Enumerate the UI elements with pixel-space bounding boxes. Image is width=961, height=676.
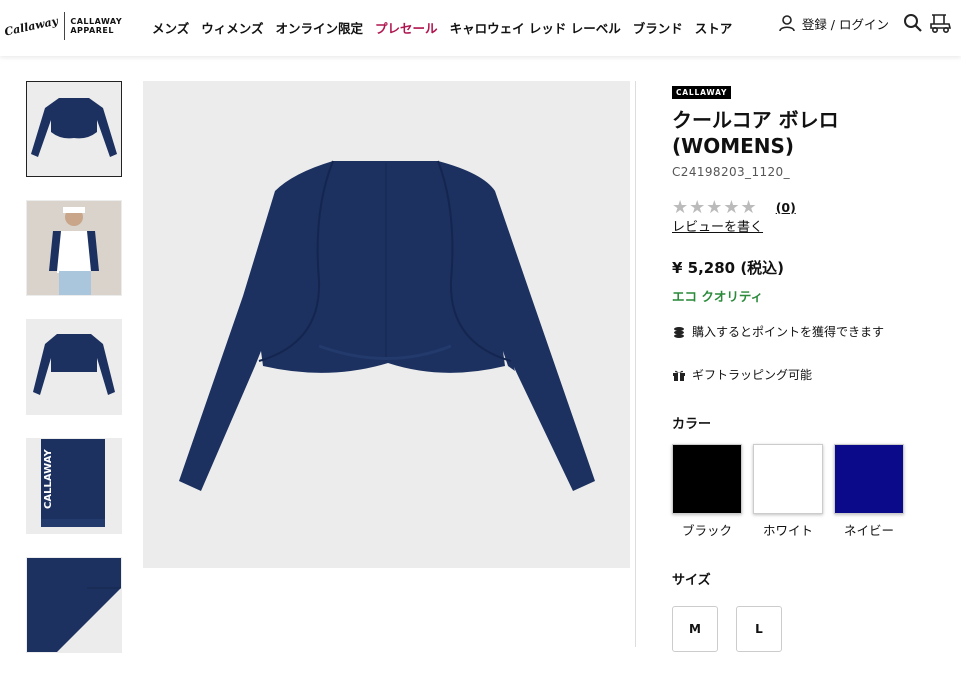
- nav-womens[interactable]: ウィメンズ: [201, 18, 263, 37]
- product-title-line2: (WOMENS): [672, 134, 795, 158]
- nav-online-limited[interactable]: オンライン限定: [276, 18, 364, 37]
- logo-script: Callaway: [3, 13, 60, 39]
- main-product-image[interactable]: [143, 81, 630, 568]
- nav-red-label[interactable]: キャロウェイ レッド レーベル: [450, 18, 621, 37]
- sleeve-detail-thumb-image: [27, 558, 121, 652]
- cart-button[interactable]: [929, 12, 953, 34]
- login-label: 登録 / ログイン: [801, 16, 889, 32]
- login-link[interactable]: 登録 / ログイン: [778, 14, 889, 33]
- brand-badge: CALLAWAY: [672, 86, 732, 99]
- size-button-l[interactable]: L: [736, 606, 782, 652]
- size-options: M L: [672, 606, 952, 652]
- thumbnail-2[interactable]: [26, 200, 122, 296]
- sleeve-logo-thumb-image: CALLAWAY: [27, 439, 121, 533]
- write-review-link[interactable]: レビューを書く: [672, 216, 952, 235]
- gift-feature: ギフトラッピング可能: [672, 366, 952, 383]
- coins-icon: [672, 325, 686, 339]
- color-name: ブラック: [681, 523, 732, 538]
- color-swatch-black[interactable]: [672, 444, 742, 514]
- product-title-line1: クールコア ボレロ: [672, 108, 839, 132]
- product-sku: C24198203_1120_: [672, 165, 790, 179]
- golf-cart-icon: [930, 14, 952, 34]
- review-count-link[interactable]: (0): [776, 200, 796, 215]
- color-swatch-white[interactable]: [753, 444, 823, 514]
- main-nav: メンズ ウィメンズ オンライン限定 プレセール キャロウェイ レッド レーベル …: [152, 18, 744, 37]
- color-option-black[interactable]: ブラック: [672, 444, 742, 539]
- thumbnail-5[interactable]: [26, 557, 122, 653]
- rating-row: ★★★★★ (0): [672, 197, 952, 218]
- sleeve-logo-text: CALLAWAY: [43, 449, 54, 509]
- column-divider: [635, 81, 636, 647]
- product-info-panel: CALLAWAY クールコア ボレロ (WOMENS) C24198203_11…: [672, 80, 952, 652]
- size-label: サイズ: [672, 573, 711, 588]
- thumbnail-1[interactable]: [26, 81, 122, 177]
- search-icon: [904, 14, 922, 32]
- search-button[interactable]: [903, 13, 923, 33]
- logo[interactable]: Callaway CALLAWAY APPAREL: [3, 8, 122, 44]
- bolero-main-image: [143, 81, 630, 568]
- product-price: ¥ 5,280 (税込): [672, 259, 785, 277]
- points-feature: 購入するとポイントを獲得できます: [672, 323, 952, 340]
- bolero-back-thumb-image: [27, 320, 121, 414]
- logo-text: CALLAWAY APPAREL: [70, 17, 122, 35]
- nav-presale[interactable]: プレセール: [375, 18, 438, 37]
- color-swatches: ブラック ホワイト ネイビー: [672, 444, 952, 539]
- thumbnail-4[interactable]: CALLAWAY: [26, 438, 122, 534]
- color-option-white[interactable]: ホワイト: [753, 444, 823, 539]
- header-utilities: 登録 / ログイン: [778, 12, 953, 34]
- points-text: 購入するとポイントを獲得できます: [692, 325, 885, 339]
- nav-brand[interactable]: ブランド: [633, 18, 683, 37]
- thumbnail-3[interactable]: [26, 319, 122, 415]
- logo-line2: APPAREL: [70, 26, 114, 35]
- size-button-m[interactable]: M: [672, 606, 718, 652]
- eco-quality-link[interactable]: エコ クオリティ: [672, 286, 952, 305]
- thumbnail-gallery: CALLAWAY: [26, 81, 122, 676]
- logo-divider: [64, 12, 66, 40]
- color-option-navy[interactable]: ネイビー: [834, 444, 904, 539]
- color-name: ホワイト: [762, 523, 813, 538]
- gift-icon: [672, 368, 686, 382]
- site-header: Callaway CALLAWAY APPAREL メンズ ウィメンズ オンライ…: [0, 0, 961, 56]
- nav-mens[interactable]: メンズ: [152, 18, 189, 37]
- color-label: カラー: [672, 417, 712, 432]
- logo-line1: CALLAWAY: [70, 17, 123, 26]
- user-icon: [779, 15, 795, 32]
- model-wearing-thumb-image: [27, 201, 121, 295]
- color-swatch-navy[interactable]: [834, 444, 904, 514]
- nav-store[interactable]: ストア: [695, 18, 733, 37]
- color-name: ネイビー: [843, 523, 894, 538]
- rating-stars: ★★★★★: [672, 197, 758, 218]
- bolero-front-thumb-image: [27, 82, 121, 176]
- product-title: クールコア ボレロ (WOMENS): [672, 107, 952, 159]
- gift-text: ギフトラッピング可能: [692, 368, 813, 382]
